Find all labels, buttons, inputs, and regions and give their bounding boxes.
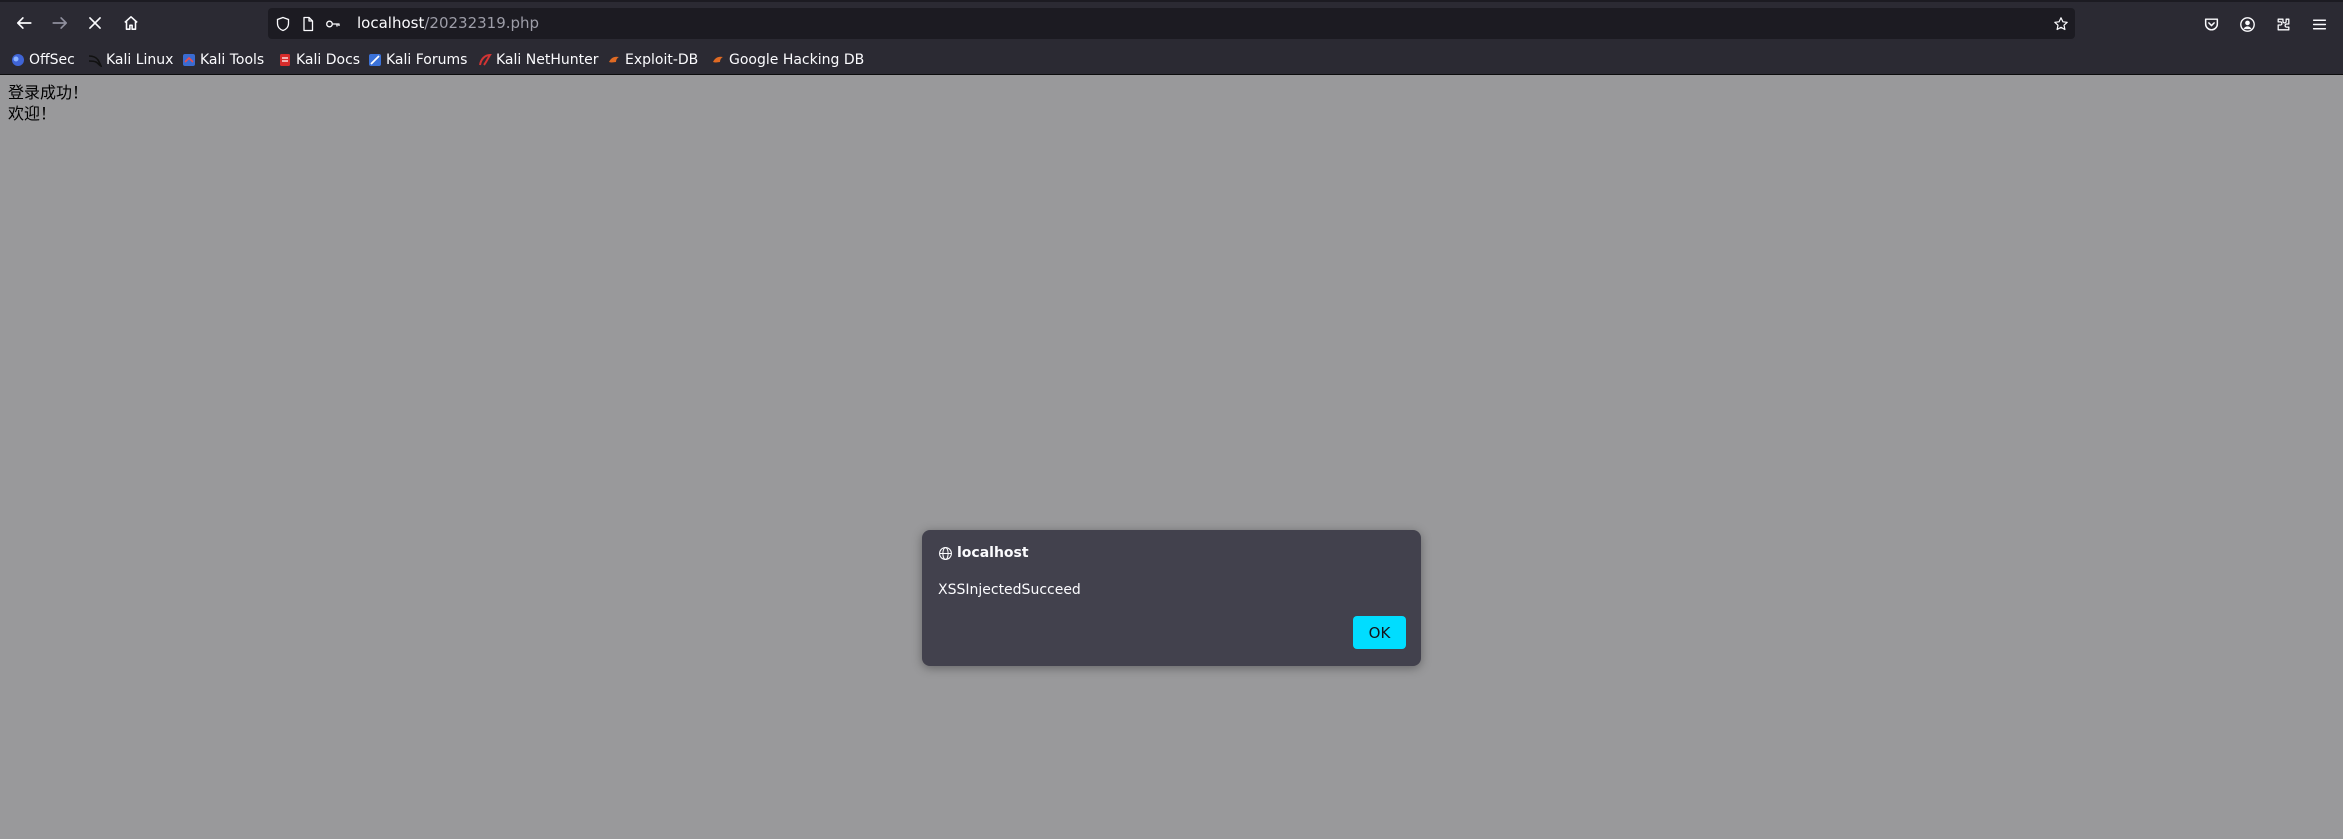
url-text[interactable]: localhost/20232319.php [357,15,539,32]
account-icon[interactable] [2234,11,2260,37]
bookmark-label: Kali Forums [386,52,468,68]
bookmark-kali-tools[interactable]: Kali Tools [182,49,264,71]
ok-button[interactable]: OK [1353,616,1406,649]
home-button[interactable] [115,9,147,37]
arrow-right-icon [52,17,68,29]
bookmark-label: Kali Tools [200,52,265,68]
bookmark-kali-forums[interactable]: Kali Forums [368,49,467,71]
nethunter-icon [478,53,492,67]
url-host: localhost [357,14,425,32]
exploit-db-icon [607,53,621,67]
bookmark-kali-docs[interactable]: Kali Docs [278,49,360,71]
menu-icon[interactable] [2306,11,2332,37]
dialog-origin: localhost [938,545,1029,561]
bookmark-kali-nethunter[interactable]: Kali NetHunter [478,49,598,71]
bookmark-label: OffSec [29,52,75,68]
bookmark-kali-linux[interactable]: Kali Linux [88,49,173,71]
extensions-icon[interactable] [2270,11,2296,37]
back-button[interactable] [8,9,40,37]
dialog-origin-label: localhost [957,545,1029,561]
bookmark-label: Kali Linux [106,52,174,68]
kali-docs-icon [278,53,292,67]
forward-button[interactable] [44,9,76,37]
login-success-text: 登录成功！ [8,83,89,102]
offsec-icon [11,53,25,67]
bookmark-label: Kali NetHunter [496,52,599,68]
bookmark-label: Exploit-DB [625,52,699,68]
browser-window: localhost/20232319.php OffSec Kali Linux [0,0,2343,839]
welcome-text: 欢迎！ [8,104,57,123]
bookmarks-toolbar: OffSec Kali Linux Kali Tools Kali Docs K… [0,44,2343,75]
arrow-left-icon [16,17,32,29]
bookmark-label: Kali Docs [296,52,361,68]
kali-forums-icon [368,53,382,67]
shield-icon[interactable] [273,14,293,34]
star-icon[interactable] [2051,14,2071,34]
globe-icon [939,546,952,560]
bookmark-offsec[interactable]: OffSec [11,49,75,71]
pocket-icon[interactable] [2198,11,2224,37]
url-path: /20232319.php [424,14,540,32]
alert-dialog: localhost XSSInjectedSucceed OK [922,530,1421,666]
stop-button[interactable] [79,9,111,37]
bookmark-label: Google Hacking DB [729,52,865,68]
navigation-toolbar: localhost/20232319.php [0,0,2343,44]
key-icon[interactable] [323,14,343,34]
close-icon [89,17,101,29]
ghdb-icon [711,53,725,67]
home-icon [124,16,138,30]
kali-tools-icon [182,53,196,67]
bookmark-exploit-db[interactable]: Exploit-DB [607,49,698,71]
kali-dragon-icon [88,53,103,68]
address-bar[interactable]: localhost/20232319.php [268,8,2075,39]
bookmark-google-hacking-db[interactable]: Google Hacking DB [711,49,864,71]
dialog-message: XSSInjectedSucceed [938,582,1081,598]
page-icon[interactable] [298,14,318,34]
page-content: 登录成功！ 欢迎！ [0,75,2343,839]
